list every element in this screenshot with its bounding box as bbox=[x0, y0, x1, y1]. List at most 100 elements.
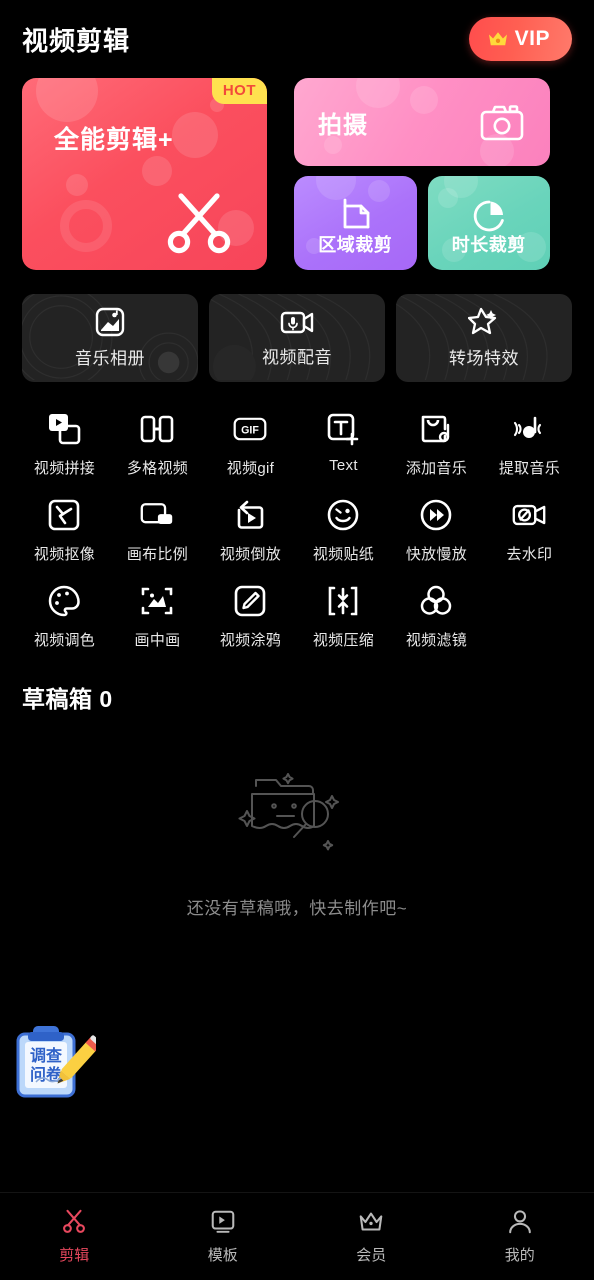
tool-label: 视频滤镜 bbox=[405, 632, 468, 649]
drafts-empty-text: 还没有草稿哦，快去制作吧~ bbox=[186, 899, 408, 918]
tool-remove-watermark[interactable]: 去水印 bbox=[483, 490, 576, 564]
tool-label: 画中画 bbox=[134, 632, 181, 649]
video-matting-icon bbox=[49, 499, 80, 531]
video-sticker-icon bbox=[328, 499, 359, 531]
picture-in-picture-icon bbox=[142, 587, 173, 615]
tool-grid: 视频拼接 多格视频 GIF 视频gif Text 添加音乐 提取音乐 视频抠像 … bbox=[0, 382, 594, 650]
tool-grid-spacer bbox=[483, 576, 576, 650]
drafts-empty-state: 还没有草稿哦，快去制作吧~ bbox=[0, 714, 594, 919]
tool-label: 快放慢放 bbox=[405, 546, 468, 563]
tool-label: 提取音乐 bbox=[498, 460, 561, 477]
video-filter-icon bbox=[421, 585, 452, 615]
feature-card-video-dubbing[interactable]: 视频配音 bbox=[209, 294, 385, 382]
tool-picture-in-picture[interactable]: 画中画 bbox=[111, 576, 204, 650]
tool-label: 视频抠像 bbox=[33, 546, 96, 563]
promo-card-label: 拍摄 bbox=[318, 111, 368, 139]
duration-pie-icon bbox=[473, 200, 504, 232]
tool-video-matting[interactable]: 视频抠像 bbox=[18, 490, 111, 564]
crown-icon bbox=[488, 32, 507, 46]
tool-video-gif[interactable]: GIF 视频gif bbox=[204, 404, 297, 478]
text-add-icon bbox=[328, 413, 359, 446]
tool-label: 视频gif bbox=[226, 460, 275, 477]
page-title: 视频剪辑 bbox=[22, 25, 131, 56]
promo-card-label: 区域裁剪 bbox=[318, 235, 393, 255]
hero-card-all-in-one-editor[interactable]: HOT 全能剪辑+ bbox=[22, 78, 267, 270]
crop-region-icon bbox=[343, 198, 370, 229]
tool-grid-row: 视频拼接 多格视频 GIF 视频gif Text 添加音乐 提取音乐 bbox=[18, 404, 576, 478]
add-music-icon bbox=[422, 415, 450, 443]
video-dubbing-icon bbox=[280, 311, 314, 334]
video-reverse-icon bbox=[238, 500, 264, 529]
survey-button[interactable]: 调查 问卷 bbox=[12, 1020, 102, 1104]
tool-multi-grid-video[interactable]: 多格视频 bbox=[111, 404, 204, 478]
tool-canvas-ratio[interactable]: 画布比例 bbox=[111, 490, 204, 564]
tool-add-music[interactable]: 添加音乐 bbox=[390, 404, 483, 478]
nav-label: 我的 bbox=[504, 1247, 535, 1264]
nav-item-template[interactable]: 模板 bbox=[149, 1193, 298, 1280]
person-icon bbox=[508, 1210, 531, 1234]
tool-label: 去水印 bbox=[506, 546, 553, 563]
tool-color-grading[interactable]: 视频调色 bbox=[18, 576, 111, 650]
tool-label: 视频拼接 bbox=[33, 460, 96, 477]
empty-folder-search-icon bbox=[238, 773, 339, 851]
feature-card-row: 音乐相册 视频配音 转场特效 bbox=[0, 278, 594, 382]
tool-text[interactable]: Text bbox=[297, 404, 390, 478]
promo-small-row: 区域裁剪 时长裁剪 bbox=[294, 176, 550, 270]
tool-label: 添加音乐 bbox=[405, 460, 468, 477]
nav-label: 会员 bbox=[356, 1247, 387, 1264]
hot-badge: HOT bbox=[211, 78, 267, 104]
feature-card-label: 音乐相册 bbox=[75, 349, 145, 368]
promo-card-label: 时长裁剪 bbox=[451, 235, 526, 255]
feature-card-label: 转场特效 bbox=[449, 349, 519, 368]
tool-video-reverse[interactable]: 视频倒放 bbox=[204, 490, 297, 564]
tool-grid-row: 视频调色 画中画 视频涂鸦 视频压缩 视频滤镜 bbox=[18, 576, 576, 650]
video-doodle-icon bbox=[235, 585, 266, 617]
drafts-title: 草稿箱 0 bbox=[22, 686, 113, 712]
tool-label: 多格视频 bbox=[126, 460, 189, 477]
music-album-icon bbox=[95, 307, 125, 337]
promo-card-shoot[interactable]: 拍摄 bbox=[294, 78, 550, 166]
video-compress-icon bbox=[329, 586, 358, 616]
tool-video-filter[interactable]: 视频滤镜 bbox=[390, 576, 483, 650]
feature-card-transition-effect[interactable]: 转场特效 bbox=[396, 294, 572, 382]
nav-item-profile[interactable]: 我的 bbox=[446, 1193, 594, 1280]
tool-video-compress[interactable]: 视频压缩 bbox=[297, 576, 390, 650]
tool-video-doodle[interactable]: 视频涂鸦 bbox=[204, 576, 297, 650]
scissors-icon bbox=[167, 193, 231, 254]
tool-grid-row: 视频抠像 画布比例 视频倒放 视频贴纸 快放慢放 去水印 bbox=[18, 490, 576, 564]
nav-item-member[interactable]: 会员 bbox=[297, 1193, 446, 1280]
canvas-ratio-icon bbox=[141, 503, 173, 524]
survey-line2: 问卷 bbox=[30, 1065, 63, 1084]
video-merge-icon bbox=[49, 414, 81, 445]
tool-speed[interactable]: 快放慢放 bbox=[390, 490, 483, 564]
promo-card-duration-crop[interactable]: 时长裁剪 bbox=[427, 176, 550, 270]
camera-icon bbox=[480, 105, 524, 141]
vip-label: VIP bbox=[514, 27, 550, 50]
gif-icon: GIF bbox=[234, 417, 267, 441]
bottom-nav: 剪辑 模板 会员 我的 bbox=[0, 1192, 594, 1280]
survey-clipboard-icon: 调查 问卷 bbox=[16, 1026, 102, 1098]
svg-text:GIF: GIF bbox=[242, 425, 260, 437]
tool-video-merge[interactable]: 视频拼接 bbox=[18, 404, 111, 478]
scissors-icon bbox=[63, 1209, 86, 1233]
color-grading-icon bbox=[49, 585, 81, 617]
tool-label: 视频调色 bbox=[33, 632, 96, 649]
feature-card-label: 视频配音 bbox=[262, 348, 332, 367]
speed-icon bbox=[421, 499, 452, 531]
app-header: 视频剪辑 VIP bbox=[0, 0, 594, 78]
tool-label: 视频倒放 bbox=[219, 546, 282, 563]
crown-icon bbox=[359, 1212, 383, 1231]
nav-item-edit[interactable]: 剪辑 bbox=[0, 1193, 149, 1280]
nav-label: 模板 bbox=[207, 1247, 238, 1264]
extract-music-icon bbox=[514, 416, 542, 438]
promo-row: HOT 全能剪辑+ 拍摄 区域裁剪 时长裁剪 bbox=[0, 78, 594, 278]
promo-card-region-crop[interactable]: 区域裁剪 bbox=[294, 176, 417, 270]
feature-card-music-album[interactable]: 音乐相册 bbox=[22, 294, 198, 382]
nav-label: 剪辑 bbox=[59, 1247, 90, 1264]
vip-button[interactable]: VIP bbox=[468, 17, 572, 61]
multi-grid-video-icon bbox=[141, 415, 174, 443]
tool-label: 视频压缩 bbox=[312, 632, 375, 649]
tool-extract-music[interactable]: 提取音乐 bbox=[483, 404, 576, 478]
tool-label: 视频贴纸 bbox=[312, 546, 375, 563]
tool-video-sticker[interactable]: 视频贴纸 bbox=[297, 490, 390, 564]
